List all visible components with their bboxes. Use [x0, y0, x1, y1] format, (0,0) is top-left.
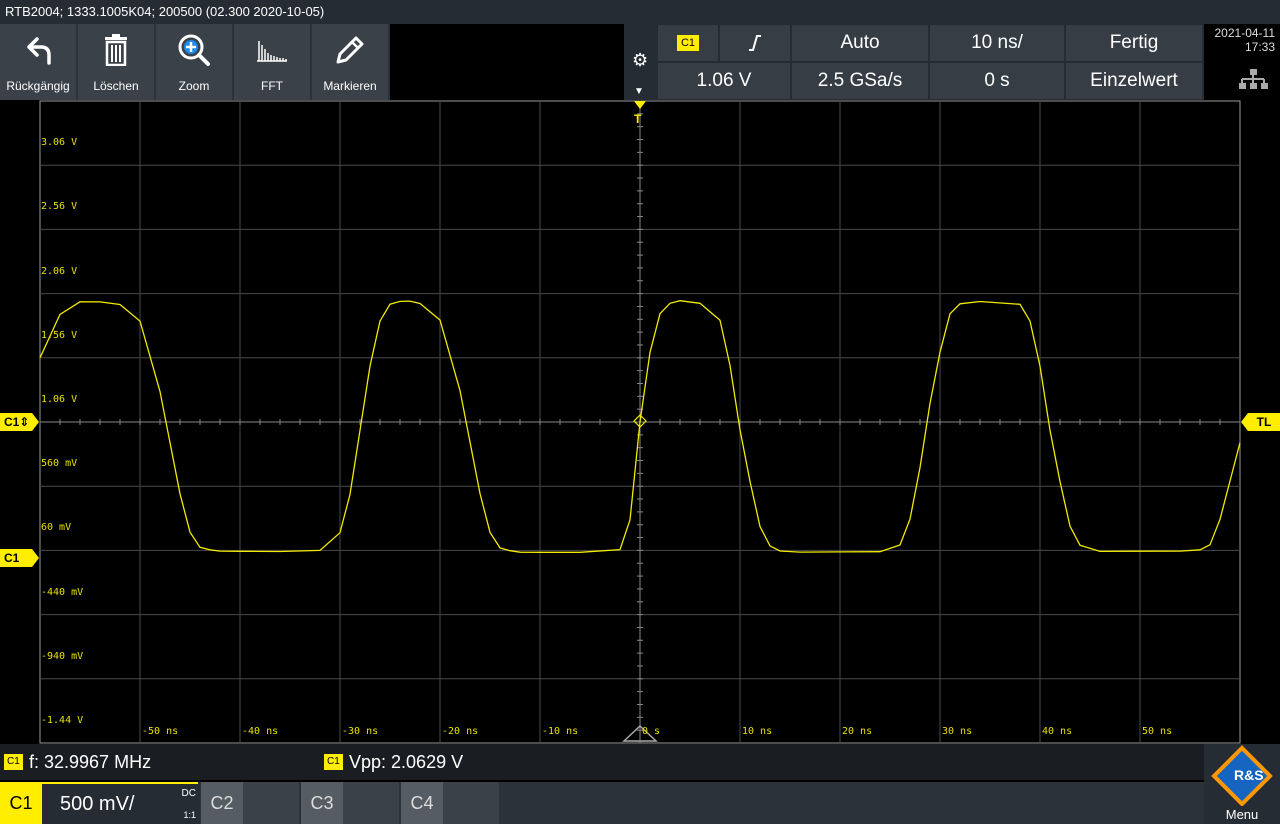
vertical-scale-label: 1.06 V — [41, 393, 78, 405]
channel-c1-settings: 500 mV/ DC 1:1 — [42, 782, 198, 824]
vertical-scale-label: 60 mV — [41, 522, 72, 534]
horizontal-scale-label: -40 ns — [242, 726, 279, 737]
vertical-scale-label: 560 mV — [41, 458, 78, 470]
channel-c4-label: C4 — [401, 782, 443, 824]
svg-text:R&S: R&S — [1234, 767, 1264, 783]
vpp-source-tag: C1 — [324, 754, 343, 770]
horizontal-scale-label: -50 ns — [142, 726, 179, 737]
freq-source-tag: C1 — [4, 754, 23, 770]
trigger-position-arrow — [634, 101, 646, 109]
vertical-scale-label: -940 mV — [41, 650, 84, 662]
vpp-measurement[interactable]: Vpp: 2.0629 V — [349, 752, 463, 773]
trigger-level-marker[interactable]: TL — [1248, 413, 1280, 431]
horizontal-scale-label: 0 s — [642, 726, 661, 737]
channel-c2-label: C2 — [201, 782, 243, 824]
channel-c1-coupling: DC — [181, 788, 196, 799]
menu-label: Menu — [1225, 807, 1259, 822]
channel-ground-marker[interactable]: C1 — [0, 549, 32, 567]
vertical-scale-label: 1.56 V — [41, 329, 78, 341]
vertical-scale-label: 2.56 V — [41, 201, 78, 213]
horizontal-scale-label: 40 ns — [1042, 726, 1073, 737]
offset-marker-arrow — [32, 413, 39, 431]
vertical-scale-label: 2.06 V — [41, 265, 78, 277]
channel-offset-marker[interactable]: C1⇕ — [0, 413, 32, 431]
horizontal-scale-label: 20 ns — [842, 726, 873, 737]
vertical-scale-label: -1.44 V — [41, 714, 84, 726]
channel-c2[interactable]: C2 — [201, 782, 299, 824]
horizontal-scale-label: 30 ns — [942, 726, 973, 737]
menu-button[interactable]: R&S Menu — [1204, 744, 1280, 824]
ground-marker-arrow — [32, 549, 39, 567]
channel-c3[interactable]: C3 — [301, 782, 399, 824]
trigger-level-arrow — [1241, 413, 1248, 431]
horizontal-scale-label: -10 ns — [542, 726, 579, 737]
horizontal-scale-label: -20 ns — [442, 726, 479, 737]
frequency-measurement[interactable]: f: 32.9967 MHz — [29, 752, 151, 773]
channel-bar: C1 500 mV/ DC 1:1 C2 C3 C4 — [0, 782, 1280, 824]
horizontal-scale-label: -30 ns — [342, 726, 379, 737]
horizontal-scale-label: 50 ns — [1142, 726, 1173, 737]
vertical-scale-label: -440 mV — [41, 586, 84, 598]
channel-c1-label: C1 — [0, 782, 42, 824]
vertical-scale-label: 3.06 V — [41, 137, 78, 149]
rohde-schwarz-logo-icon: R&S — [1211, 745, 1273, 806]
channel-c1[interactable]: C1 500 mV/ DC 1:1 — [0, 782, 200, 824]
channel-c4[interactable]: C4 — [401, 782, 499, 824]
trigger-position-label[interactable]: T — [634, 112, 641, 126]
channel-c1-scale: 500 mV/ — [60, 793, 135, 815]
channel-c1-probe-ratio: 1:1 — [183, 810, 196, 820]
measurement-bar: C1 f: 32.9967 MHz C1 Vpp: 2.0629 V — [0, 744, 1280, 780]
horizontal-scale-label: 10 ns — [742, 726, 773, 737]
channel-c3-label: C3 — [301, 782, 343, 824]
